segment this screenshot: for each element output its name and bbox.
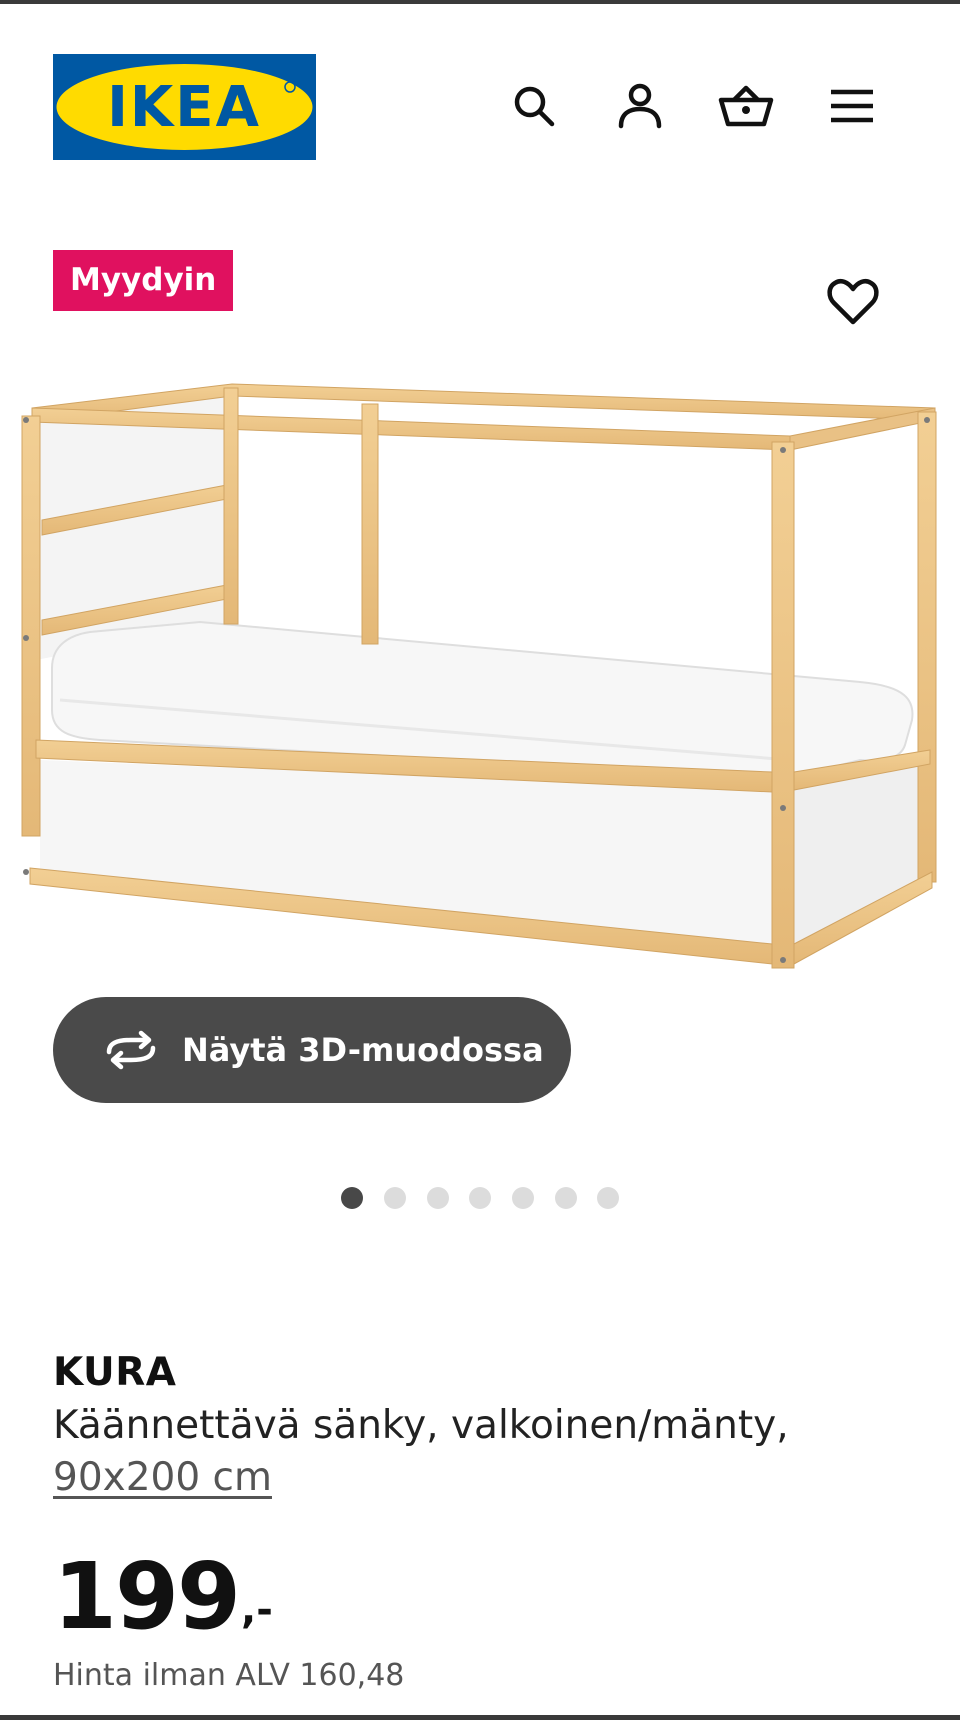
price-without-vat: Hinta ilman ALV 160,48 xyxy=(53,1658,405,1693)
basket-icon xyxy=(718,85,774,127)
carousel-dot-1[interactable] xyxy=(341,1187,363,1209)
product-size-link[interactable]: 90x200 cm xyxy=(53,1455,272,1500)
carousel-dot-7[interactable] xyxy=(597,1187,619,1209)
account-icon xyxy=(618,83,662,129)
carousel-dot-6[interactable] xyxy=(555,1187,577,1209)
ikea-logo[interactable]: IKEA xyxy=(53,54,316,160)
carousel-dot-3[interactable] xyxy=(427,1187,449,1209)
product-description: Käännettävä sänky, valkoinen/mänty, xyxy=(53,1403,789,1448)
rotate-3d-icon xyxy=(106,1030,156,1070)
account-button[interactable] xyxy=(612,78,668,134)
search-icon xyxy=(514,86,555,127)
top-border xyxy=(0,0,960,4)
basket-button[interactable] xyxy=(718,78,774,134)
bestseller-badge: Myydyin xyxy=(53,250,234,311)
bed-illustration xyxy=(21,383,937,969)
ikea-logo-graphic: IKEA xyxy=(53,54,316,160)
favourite-button[interactable] xyxy=(825,274,881,330)
search-button[interactable] xyxy=(506,78,562,134)
product-image[interactable] xyxy=(0,360,960,980)
bottom-border xyxy=(0,1715,960,1720)
carousel-dot-4[interactable] xyxy=(469,1187,491,1209)
menu-icon xyxy=(831,89,873,123)
view-3d-label: Näytä 3D-muodossa xyxy=(182,1031,544,1069)
view-3d-button[interactable]: Näytä 3D-muodossa xyxy=(53,997,571,1103)
ikea-logo-text: IKEA xyxy=(107,75,261,140)
carousel-dot-5[interactable] xyxy=(512,1187,534,1209)
heart-outline-icon xyxy=(827,279,879,325)
carousel-indicator xyxy=(0,1187,960,1209)
product-name: KURA xyxy=(53,1350,177,1395)
carousel-dot-2[interactable] xyxy=(384,1187,406,1209)
product-price: 199 xyxy=(53,1543,241,1650)
menu-button[interactable] xyxy=(824,78,880,134)
price-suffix: ,- xyxy=(241,1587,273,1633)
